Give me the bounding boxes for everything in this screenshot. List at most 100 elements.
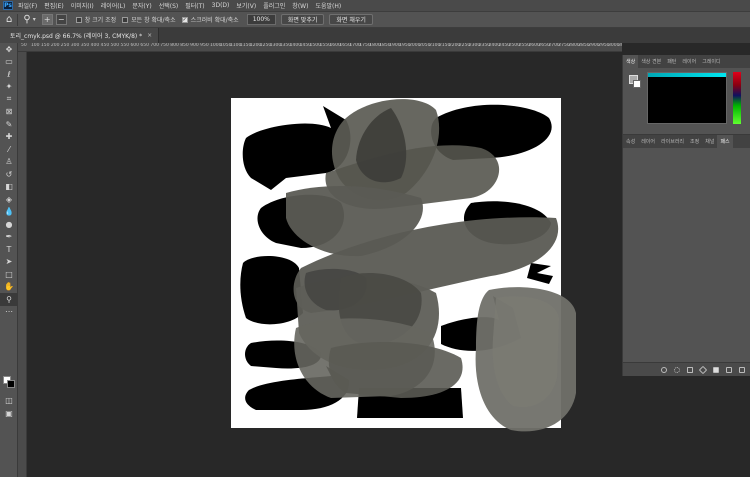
eraser-tool-icon[interactable]: ◧ bbox=[0, 181, 18, 194]
menu-window[interactable]: 창(W) bbox=[292, 1, 308, 10]
ruler-tick-label: 3050 bbox=[618, 43, 622, 48]
menu-image[interactable]: 이미지(I) bbox=[71, 1, 94, 10]
zoom-all-windows-checkbox[interactable]: 모든 창 확대/축소 bbox=[122, 15, 176, 24]
zoom-in-icon[interactable]: + bbox=[41, 14, 53, 25]
zoom-tool-icon[interactable]: ⚲ bbox=[23, 14, 30, 25]
home-icon[interactable]: ⌂ bbox=[6, 14, 12, 25]
document-tab[interactable]: 토리_cmyk.psd @ 66.7% (레이어 3, CMYK/8) * × bbox=[0, 28, 160, 43]
tab-paths[interactable]: 패스 bbox=[717, 135, 733, 148]
quick-mask-icon[interactable]: ◫ bbox=[0, 394, 18, 407]
load-selection-icon[interactable] bbox=[687, 366, 693, 373]
healing-brush-tool-icon[interactable]: ✚ bbox=[0, 131, 18, 144]
tab-layers-2[interactable]: 레이어 bbox=[638, 138, 658, 145]
color-field[interactable] bbox=[647, 72, 727, 124]
screen-mode-icon[interactable]: ▣ bbox=[0, 407, 18, 420]
brush-tool-icon[interactable]: ⁄ bbox=[0, 143, 18, 156]
ruler-tick-label: 500 bbox=[110, 43, 120, 48]
eyedropper-tool-icon[interactable]: ✎ bbox=[0, 118, 18, 131]
brush-stroke bbox=[492, 296, 559, 408]
menu-file[interactable]: 파일(F) bbox=[18, 1, 37, 10]
tab-adjustments[interactable]: 조정 bbox=[687, 138, 702, 145]
ruler-tick-label: 850 bbox=[180, 43, 189, 48]
magic-wand-tool-icon[interactable]: ✦ bbox=[0, 81, 18, 94]
background-color-swatch[interactable] bbox=[7, 380, 15, 388]
checkbox-label: 모든 창 확대/축소 bbox=[131, 17, 176, 24]
tab-layers[interactable]: 레이어 bbox=[679, 58, 699, 65]
ruler-tick-label: 950 bbox=[200, 43, 209, 48]
paint-bucket-tool-icon[interactable]: ◈ bbox=[0, 193, 18, 206]
zoom-tool-icon[interactable]: ⚲ bbox=[0, 293, 18, 306]
document-tab-bar: 토리_cmyk.psd @ 66.7% (레이어 3, CMYK/8) * × bbox=[0, 28, 750, 43]
zoom-percent-field[interactable]: 100% bbox=[246, 14, 276, 25]
ruler-tick-label: 150 bbox=[40, 43, 50, 48]
tab-libraries[interactable]: 라이브러리 bbox=[658, 138, 687, 145]
ruler-tick-label: 600 bbox=[130, 43, 140, 48]
menu-layer[interactable]: 레이어(L) bbox=[101, 1, 126, 10]
fit-screen-button[interactable]: 화면 맞추기 bbox=[280, 14, 325, 25]
new-path-icon[interactable] bbox=[726, 366, 732, 373]
workspace bbox=[27, 52, 622, 477]
ruler-tick-label: 100 bbox=[30, 43, 40, 48]
brush-stroke bbox=[328, 342, 463, 398]
ruler-tick-label: 350 bbox=[80, 43, 90, 48]
hand-tool-icon[interactable]: ✋ bbox=[0, 281, 18, 294]
menu-type[interactable]: 문자(Y) bbox=[132, 1, 151, 10]
menu-3d[interactable]: 3D(D) bbox=[212, 2, 230, 9]
checkbox-label: 스크러비 확대/축소 bbox=[190, 17, 239, 24]
photoshop-logo[interactable]: Ps bbox=[3, 1, 13, 10]
menu-filter[interactable]: 필터(T) bbox=[185, 1, 204, 10]
crop-tool-icon[interactable]: ⌗ bbox=[0, 93, 18, 106]
ruler-tick-label: 300 bbox=[70, 43, 80, 48]
path-selection-tool-icon[interactable]: ➤ bbox=[0, 256, 18, 269]
tab-gradients[interactable]: 그레이디 bbox=[699, 58, 723, 65]
menu-view[interactable]: 보기(V) bbox=[236, 1, 256, 10]
trash-icon[interactable] bbox=[739, 366, 745, 373]
clone-stamp-tool-icon[interactable]: ♙ bbox=[0, 156, 18, 169]
chevron-down-icon[interactable]: ▾ bbox=[33, 16, 36, 23]
menu-help[interactable]: 도움말(H) bbox=[315, 1, 341, 10]
hue-strip bbox=[648, 73, 726, 77]
tab-patterns[interactable]: 패턴 bbox=[664, 58, 679, 65]
blur-tool-icon[interactable]: 💧 bbox=[0, 206, 18, 219]
frame-tool-icon[interactable]: ⊠ bbox=[0, 106, 18, 119]
stroke-path-icon[interactable] bbox=[674, 366, 680, 373]
pen-tool-icon[interactable]: ✒ bbox=[0, 231, 18, 244]
background-chip[interactable] bbox=[633, 80, 641, 88]
tab-swatches[interactable]: 색상 견본 bbox=[638, 58, 664, 65]
ruler-tick-label: 800 bbox=[170, 43, 179, 48]
resize-windows-checkbox[interactable]: 창 크기 조정 bbox=[75, 15, 116, 24]
fill-screen-button[interactable]: 화면 채우기 bbox=[329, 14, 373, 25]
document-tab-title: 토리_cmyk.psd @ 66.7% (레이어 3, CMYK/8) * bbox=[10, 33, 143, 40]
history-brush-tool-icon[interactable]: ↺ bbox=[0, 168, 18, 181]
horizontal-ruler: 50 100 150 200 250 300 350 400 450 500 550 600 650 70… bbox=[18, 43, 622, 52]
divider bbox=[17, 13, 19, 26]
menu-bar: Ps 파일(F) 편집(E) 이미지(I) 레이어(L) 문자(Y) 선택(S)… bbox=[0, 0, 750, 11]
more-tools-icon[interactable]: ⋯ bbox=[0, 306, 18, 319]
menu-plugins[interactable]: 플러그인 bbox=[263, 1, 285, 10]
vertical-ruler bbox=[18, 52, 27, 477]
ruler-tick-label: 250 bbox=[60, 43, 70, 48]
dodge-tool-icon[interactable]: ● bbox=[0, 218, 18, 231]
lasso-tool-icon[interactable]: ℓ bbox=[0, 68, 18, 81]
menu-select[interactable]: 선택(S) bbox=[159, 1, 179, 10]
color-spectrum-slider[interactable] bbox=[733, 72, 741, 124]
rectangle-tool-icon[interactable]: □ bbox=[0, 268, 18, 281]
type-tool-icon[interactable]: T bbox=[0, 243, 18, 256]
fill-path-icon[interactable] bbox=[661, 366, 667, 373]
tab-properties[interactable]: 속성 bbox=[623, 138, 638, 145]
options-bar: ⌂ ⚲ ▾ + − 창 크기 조정 모든 창 확대/축소 ✓ 스크러비 확대/축… bbox=[0, 11, 750, 28]
scrubby-zoom-checkbox[interactable]: ✓ 스크러비 확대/축소 bbox=[181, 15, 239, 24]
paths-panel-footer bbox=[623, 362, 750, 376]
marquee-tool-icon[interactable]: ▭ bbox=[0, 56, 18, 69]
menu-edit[interactable]: 편집(E) bbox=[44, 1, 64, 10]
tab-channels[interactable]: 채널 bbox=[702, 138, 717, 145]
move-tool-icon[interactable]: ✥ bbox=[0, 43, 18, 56]
document-canvas[interactable] bbox=[231, 98, 576, 432]
zoom-out-icon[interactable]: − bbox=[55, 14, 67, 25]
make-work-path-icon[interactable] bbox=[698, 365, 708, 374]
ruler-tick-label: 50 bbox=[21, 43, 27, 48]
add-mask-icon[interactable] bbox=[713, 366, 719, 373]
tab-color[interactable]: 색상 bbox=[623, 55, 639, 68]
close-icon[interactable]: × bbox=[147, 32, 152, 39]
canvas-artwork bbox=[240, 99, 576, 432]
